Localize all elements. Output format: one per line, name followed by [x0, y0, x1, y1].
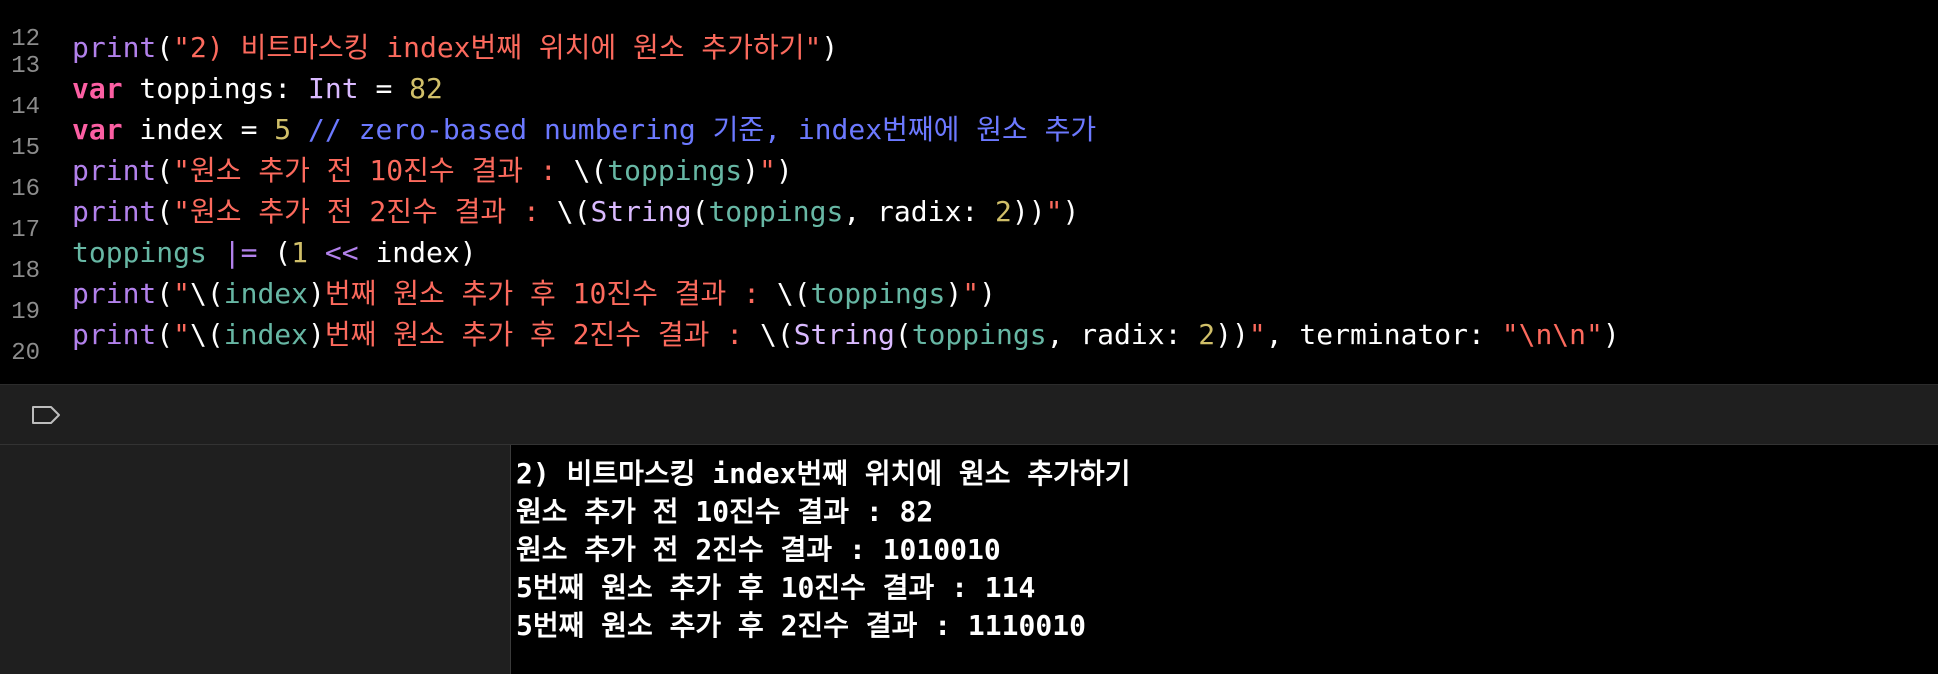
code-line[interactable]: 15 var index = 5 // zero-based numbering…: [0, 109, 1938, 162]
code-token: (: [156, 31, 174, 64]
code-token: ": [173, 277, 191, 310]
code-token: print: [72, 195, 157, 228]
code-token: , radix:: [1046, 318, 1199, 351]
code-token: toppings: [810, 277, 946, 310]
code-token: (: [894, 318, 912, 351]
code-line[interactable]: 20 print("\(index)번째 원소 추가 후 2진수 결과 : \(…: [0, 314, 1938, 367]
code-token: \(: [776, 277, 811, 310]
code-token: ): [308, 277, 325, 310]
code-token: 5: [274, 113, 292, 146]
console-output-line: 원소 추가 전 10진수 결과 : 82: [516, 495, 934, 528]
console-output-line: 5번째 원소 추가 후 10진수 결과 : 114: [516, 571, 1036, 604]
code-token: toppings: [607, 154, 743, 187]
code-token: var: [72, 113, 123, 146]
code-token: "\n\n": [1501, 318, 1603, 351]
code-content[interactable]: print("원소 추가 전 10진수 결과 : \(toppings)"): [72, 150, 793, 191]
code-token: String: [793, 318, 895, 351]
code-token: // zero-based numbering 기준, index번째에 원소 …: [291, 113, 1097, 146]
code-token: \(: [190, 277, 224, 310]
code-token: ): [308, 318, 325, 351]
code-token: ): [775, 154, 793, 187]
code-token: ": [1248, 318, 1266, 351]
code-content[interactable]: print("\(index)번째 원소 추가 후 10진수 결과 : \(to…: [72, 273, 996, 314]
code-token: (: [156, 277, 174, 310]
code-token: toppings:: [122, 72, 309, 105]
console-output-line: 5번째 원소 추가 후 2진수 결과 : 1110010: [516, 609, 1086, 642]
code-token: "2) 비트마스킹 index번째 위치에 원소 추가하기": [173, 31, 822, 64]
code-token: 1: [291, 236, 309, 269]
code-token: print: [72, 31, 157, 64]
code-token: "원소 추가 전 2진수 결과 :: [173, 195, 557, 228]
code-content[interactable]: var toppings: Int = 82: [72, 68, 443, 109]
code-token: 82: [409, 72, 443, 105]
code-token: ": [759, 154, 776, 187]
code-token: index): [358, 236, 477, 269]
code-token: \(: [190, 318, 224, 351]
tag-icon[interactable]: [30, 403, 62, 427]
code-token: |=: [223, 236, 258, 269]
code-token: ): [1602, 318, 1620, 351]
code-token: index =: [122, 113, 275, 146]
code-token: )): [1011, 195, 1046, 228]
code-token: \(: [556, 195, 591, 228]
code-token: )): [1215, 318, 1249, 351]
code-token: "원소 추가 전 10진수 결과 :: [173, 154, 574, 187]
variables-view[interactable]: [0, 445, 511, 674]
debug-console: 2) 비트마스킹 index번째 위치에 원소 추가하기 원소 추가 전 10진…: [0, 444, 1938, 674]
code-token: =: [358, 72, 410, 105]
code-content[interactable]: toppings |= (1 << index): [72, 232, 477, 273]
code-token: print: [72, 277, 157, 310]
code-token: \(: [759, 318, 794, 351]
code-token: ): [742, 154, 760, 187]
code-token: ): [1062, 195, 1080, 228]
code-token: , terminator:: [1265, 318, 1502, 351]
code-token: toppings: [911, 318, 1047, 351]
debug-console-bar: [0, 384, 1938, 444]
code-token: ": [173, 318, 191, 351]
code-token: print: [72, 154, 157, 187]
code-token: (: [156, 318, 174, 351]
code-line[interactable]: 14 var toppings: Int = 82: [0, 68, 1938, 121]
console-output-line: 원소 추가 전 2진수 결과 : 1010010: [516, 533, 1001, 566]
code-line[interactable]: 18 toppings |= (1 << index): [0, 232, 1938, 285]
code-token: toppings: [72, 236, 207, 269]
code-token: 번째 원소 추가 후 10진수 결과 :: [324, 277, 777, 310]
code-token: (: [691, 195, 709, 228]
code-content[interactable]: print("\(index)번째 원소 추가 후 2진수 결과 : \(Str…: [72, 314, 1620, 355]
code-token: , radix:: [843, 195, 996, 228]
code-token: ": [962, 277, 980, 310]
code-token: \(: [573, 154, 608, 187]
code-token: 2: [995, 195, 1012, 228]
code-token: ): [945, 277, 963, 310]
code-content[interactable]: var index = 5 // zero-based numbering 기준…: [72, 109, 1096, 150]
code-token: index: [223, 277, 309, 310]
code-token: Int: [308, 72, 359, 105]
code-token: (: [156, 154, 174, 187]
code-line[interactable]: 16 print("원소 추가 전 10진수 결과 : \(toppings)"…: [0, 150, 1938, 203]
code-token: (: [156, 195, 174, 228]
code-token: ): [821, 31, 839, 64]
code-line[interactable]: 13 print("2) 비트마스킹 index번째 위치에 원소 추가하기"): [0, 27, 1938, 80]
code-token: 2: [1198, 318, 1216, 351]
code-token: <<: [324, 236, 359, 269]
code-content[interactable]: print("2) 비트마스킹 index번째 위치에 원소 추가하기"): [72, 27, 838, 68]
code-token: print: [72, 318, 157, 351]
console-output-line: 2) 비트마스킹 index번째 위치에 원소 추가하기: [516, 457, 1131, 490]
code-token: toppings: [708, 195, 844, 228]
code-token: String: [590, 195, 692, 228]
line-number: 20: [11, 340, 40, 367]
code-line[interactable]: 17 print("원소 추가 전 2진수 결과 : \(String(topp…: [0, 191, 1938, 244]
code-token: 번째 원소 추가 후 2진수 결과 :: [324, 318, 760, 351]
code-token: index: [223, 318, 309, 351]
code-editor[interactable]: 1 2 13 print("2) 비트마스킹 index번째 위치에 원소 추가하…: [0, 0, 1938, 384]
code-content[interactable]: print("원소 추가 전 2진수 결과 : \(String(topping…: [72, 191, 1079, 232]
code-token: ": [1045, 195, 1063, 228]
code-token: (: [257, 236, 292, 269]
console-output[interactable]: 2) 비트마스킹 index번째 위치에 원소 추가하기 원소 추가 전 10진…: [512, 445, 1938, 674]
code-token: ): [979, 277, 996, 310]
code-token: var: [72, 72, 123, 105]
code-line[interactable]: 19 print("\(index)번째 원소 추가 후 10진수 결과 : \…: [0, 273, 1938, 326]
